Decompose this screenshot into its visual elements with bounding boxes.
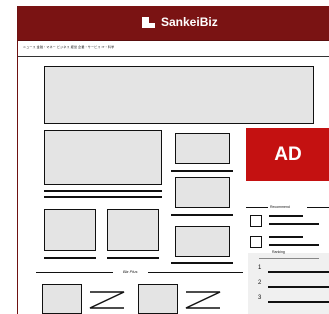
biz-plus-text-2[interactable] bbox=[184, 290, 222, 310]
side-story-headline-3[interactable] bbox=[171, 262, 233, 264]
biz-plus-thumb-1[interactable] bbox=[42, 284, 82, 314]
nav-divider bbox=[18, 56, 329, 57]
hero-banner[interactable] bbox=[44, 66, 314, 124]
ranking-item-2[interactable] bbox=[268, 286, 329, 288]
site-logo[interactable]: SankeiBiz bbox=[142, 15, 218, 29]
recommend-item-2-line-1[interactable] bbox=[269, 236, 303, 238]
story-thumb-1[interactable] bbox=[44, 209, 96, 251]
main-feature-headline[interactable] bbox=[44, 190, 162, 192]
biz-plus-rule-left bbox=[36, 272, 113, 273]
recommend-item-2-line-2 bbox=[269, 244, 319, 246]
ranking-label: Ranking bbox=[272, 250, 285, 254]
recommend-label: Recommend bbox=[270, 205, 290, 209]
category-nav[interactable]: ニュース 金融・マネー ビジネス 経営 企業・サービス IT・科学 bbox=[23, 45, 114, 49]
story-thumb-2[interactable] bbox=[107, 209, 159, 251]
recommend-checkbox-1[interactable] bbox=[250, 215, 262, 227]
recommend-rule-right bbox=[307, 207, 329, 208]
recommend-checkbox-2[interactable] bbox=[250, 236, 262, 248]
page-wireframe: SankeiBiz ニュース 金融・マネー ビジネス 経営 企業・サービス IT… bbox=[17, 6, 329, 314]
ranking-number-2: 2 bbox=[258, 280, 262, 286]
biz-plus-thumb-2[interactable] bbox=[138, 284, 178, 314]
story-thumb-1-headline[interactable] bbox=[44, 257, 96, 259]
biz-plus-label: Biz Plus bbox=[123, 269, 138, 274]
recommend-rule-left bbox=[246, 207, 268, 208]
side-story-image-2[interactable] bbox=[175, 177, 230, 208]
side-story-image-1[interactable] bbox=[175, 133, 230, 164]
site-header: SankeiBiz bbox=[18, 6, 329, 41]
newspaper-logo-icon bbox=[142, 16, 156, 28]
side-story-headline-2[interactable] bbox=[171, 214, 233, 216]
recommend-item-1-line-2 bbox=[269, 223, 319, 225]
recommend-item-1-line-1[interactable] bbox=[269, 215, 303, 217]
main-feature-image[interactable] bbox=[44, 130, 162, 185]
biz-plus-rule-right bbox=[148, 272, 243, 273]
ranking-number-3: 3 bbox=[258, 295, 262, 301]
story-thumb-2-headline[interactable] bbox=[107, 257, 159, 259]
brand-name: SankeiBiz bbox=[161, 15, 218, 29]
ranking-number-1: 1 bbox=[258, 265, 262, 271]
ranking-item-3[interactable] bbox=[268, 301, 329, 303]
ad-banner[interactable]: AD bbox=[246, 128, 329, 181]
ranking-item-1[interactable] bbox=[268, 271, 329, 273]
side-story-image-3[interactable] bbox=[175, 226, 230, 257]
main-feature-subline bbox=[44, 196, 162, 198]
biz-plus-text-1[interactable] bbox=[88, 290, 126, 310]
side-story-headline-1[interactable] bbox=[171, 170, 233, 172]
ranking-rule bbox=[259, 258, 319, 259]
